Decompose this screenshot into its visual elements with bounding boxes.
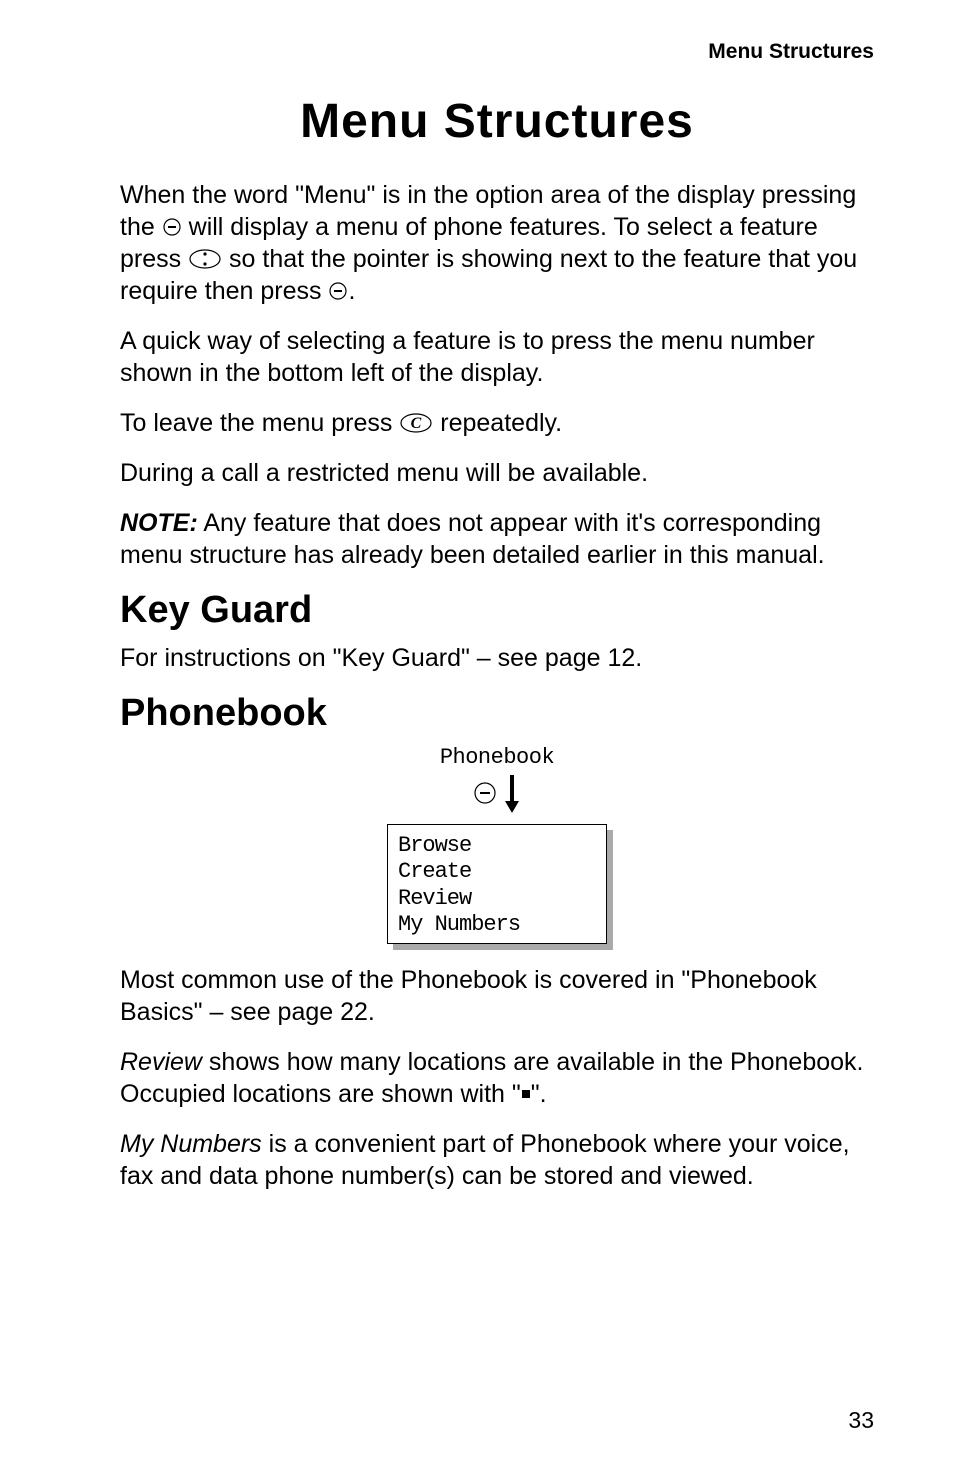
italic-term: Review (120, 1048, 202, 1076)
note-label: NOTE: (120, 509, 198, 537)
phonebook-figure: Phonebook Browse Create Review My Number… (120, 745, 874, 944)
phonebook-arrow-row (473, 774, 521, 814)
screen-line: Browse (398, 833, 596, 859)
paragraph: My Numbers is a convenient part of Phone… (120, 1128, 874, 1192)
page-title: Menu Structures (120, 94, 874, 149)
note-paragraph: NOTE: Any feature that does not appear w… (120, 507, 874, 571)
paragraph: To leave the menu press C repeatedly. (120, 407, 874, 439)
c-button-icon: C (399, 412, 433, 434)
black-square-icon (521, 1089, 531, 1099)
phonebook-label: Phonebook (440, 745, 554, 770)
text-segment: ". (531, 1080, 547, 1108)
screen-line: My Numbers (398, 912, 596, 938)
small-circle-button-icon-2 (328, 281, 348, 301)
paragraph: Review shows how many locations are avai… (120, 1046, 874, 1110)
page-number: 33 (848, 1407, 874, 1434)
key-guard-text: For instructions on "Key Guard" – see pa… (120, 642, 874, 674)
phone-screen: Browse Create Review My Numbers (387, 824, 607, 944)
screen-content: Browse Create Review My Numbers (387, 824, 607, 944)
svg-text:C: C (411, 415, 422, 432)
down-arrow-icon (503, 773, 521, 813)
text-segment: Any feature that does not appear with it… (120, 509, 825, 569)
phonebook-heading: Phonebook (120, 692, 874, 735)
italic-term: My Numbers (120, 1130, 262, 1158)
text-segment: shows how many locations are available i… (120, 1048, 864, 1108)
text-segment: To leave the menu press (120, 409, 399, 437)
screen-line: Create (398, 859, 596, 885)
paragraph: During a call a restricted menu will be … (120, 457, 874, 489)
intro-paragraph: When the word "Menu" is in the option ar… (120, 179, 874, 307)
small-circle-button-icon (162, 217, 182, 237)
nav-ellipse-icon (188, 248, 222, 270)
small-circle-button-icon-3 (473, 781, 497, 805)
text-segment: . (348, 277, 355, 305)
paragraph: A quick way of selecting a feature is to… (120, 325, 874, 389)
paragraph: Most common use of the Phonebook is cove… (120, 964, 874, 1028)
screen-line: Review (398, 886, 596, 912)
text-segment: so that the pointer is showing next to t… (120, 245, 857, 305)
key-guard-heading: Key Guard (120, 589, 874, 632)
header-running-title: Menu Structures (120, 40, 874, 64)
text-segment: repeatedly. (433, 409, 562, 437)
